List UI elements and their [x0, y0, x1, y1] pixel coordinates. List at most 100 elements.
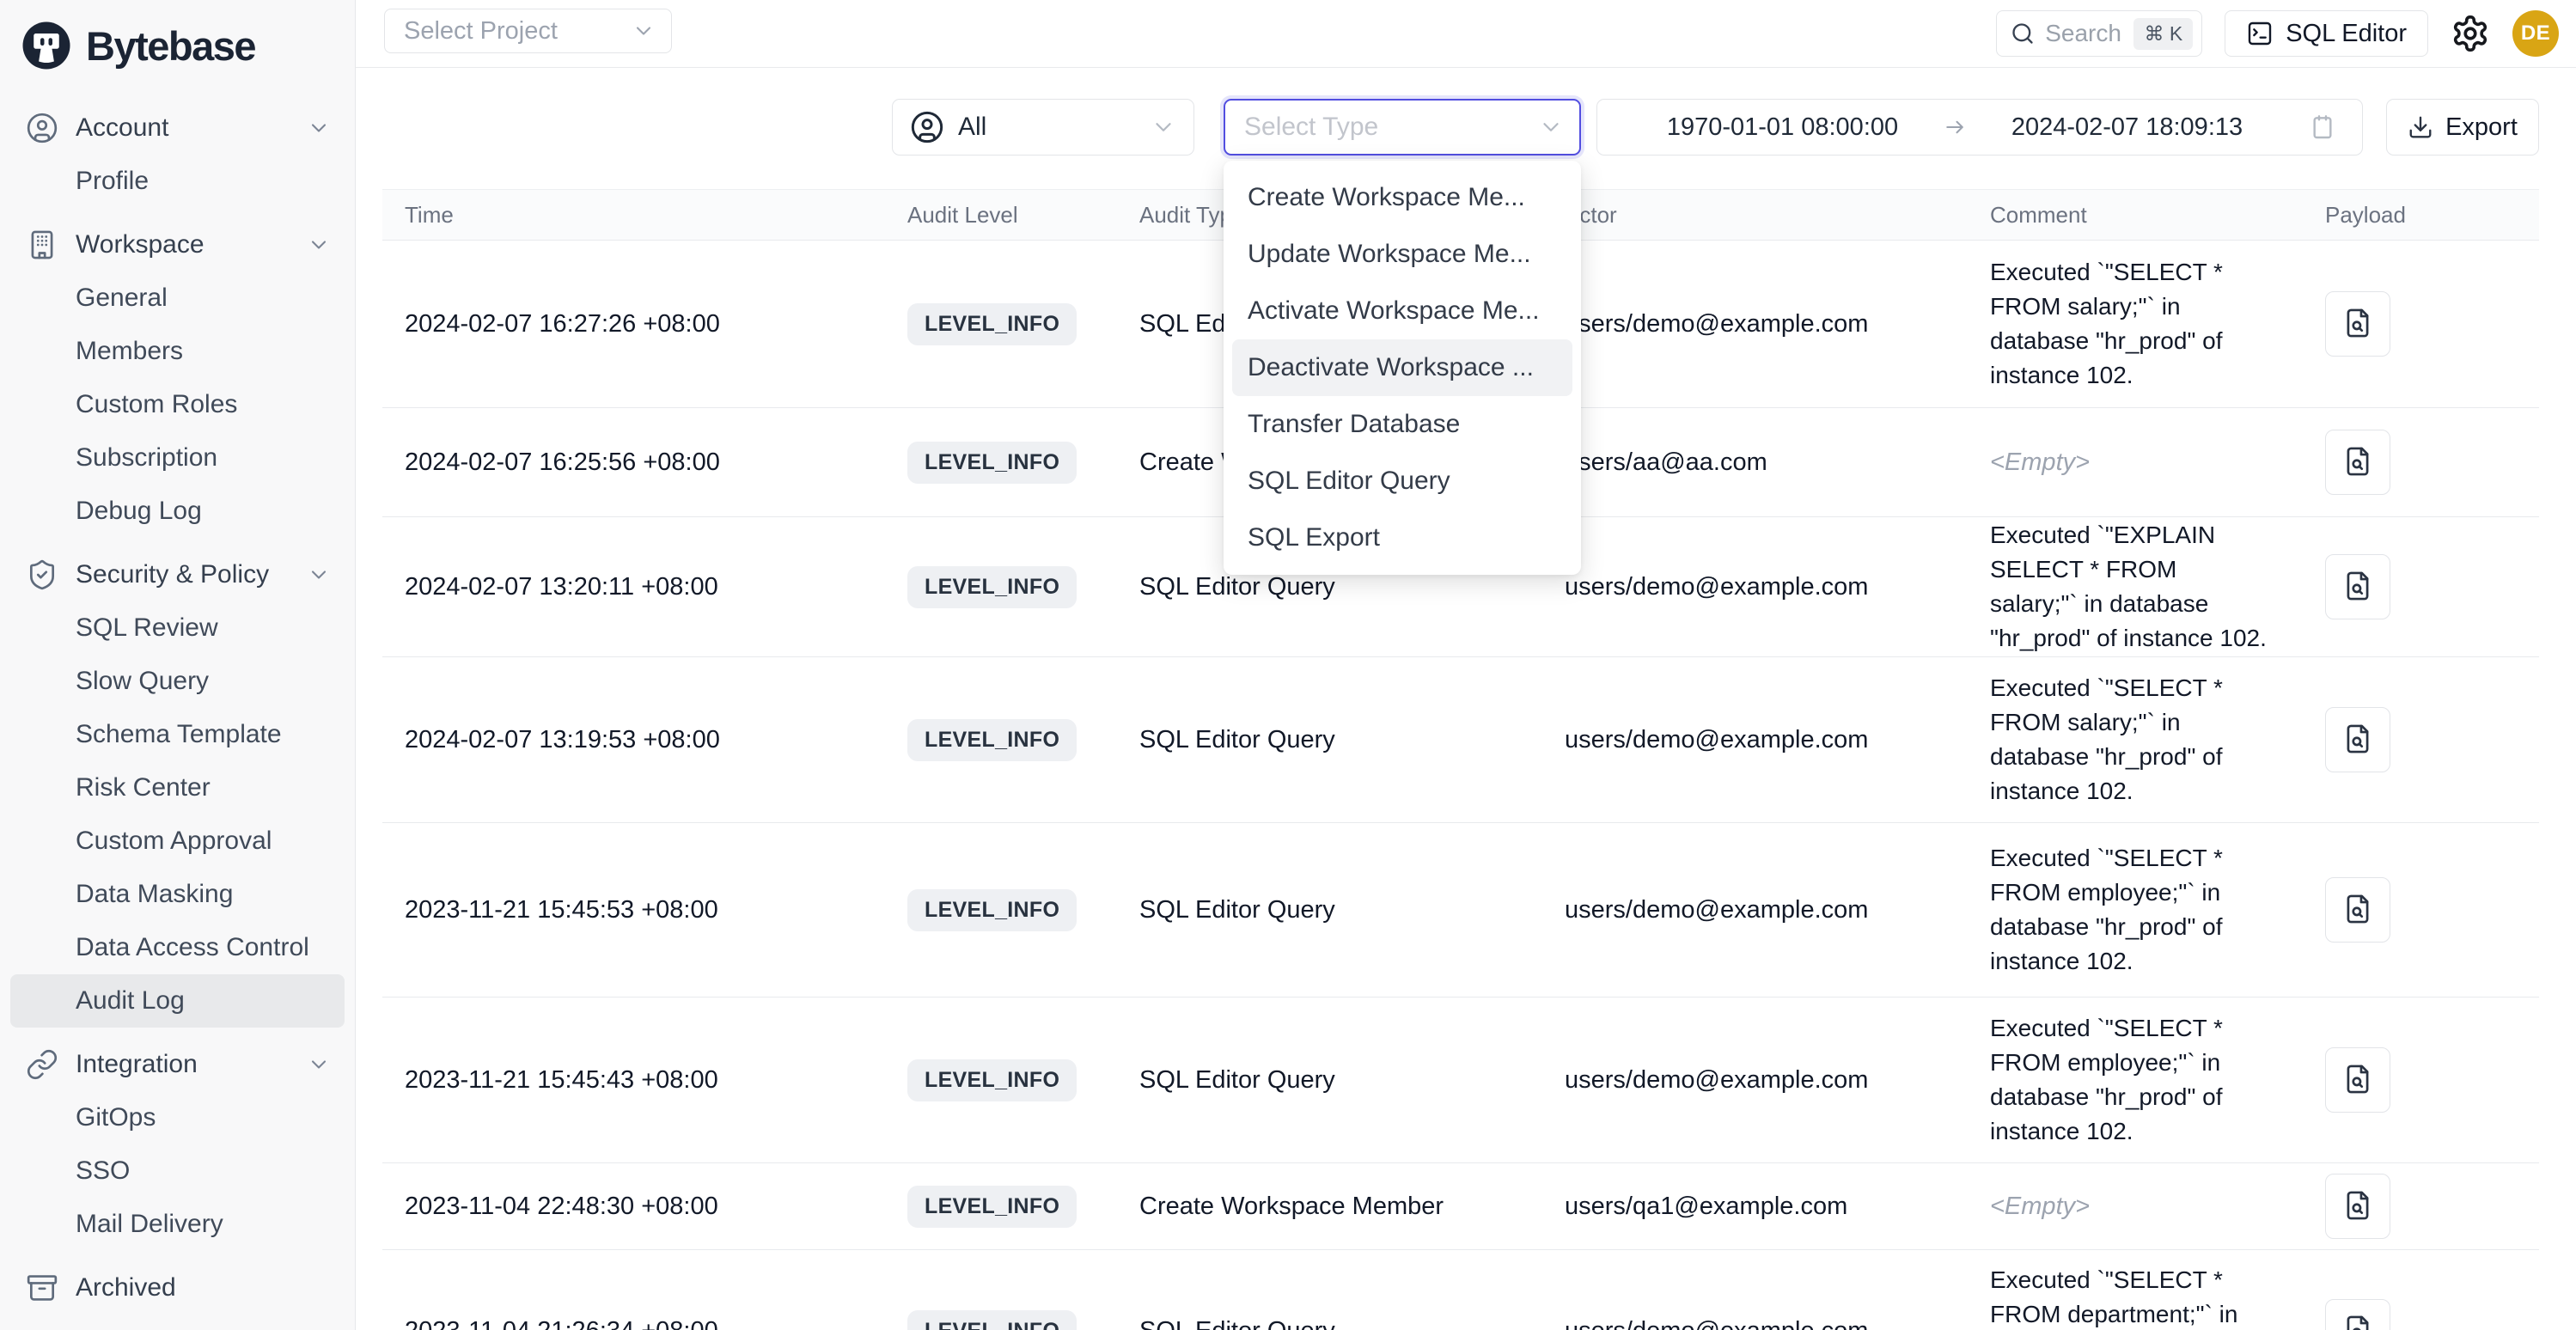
sidebar-item-label: Data Masking	[76, 880, 233, 909]
cell-time: 2023-11-04 22:48:30 +08:00	[382, 1193, 885, 1221]
sidebar-item-gitops[interactable]: GitOps	[10, 1091, 345, 1144]
sidebar-item-label: Account	[76, 113, 168, 143]
sidebar-item-label: Custom Approval	[76, 827, 272, 856]
sidebar-section-integration[interactable]: Integration	[10, 1038, 345, 1091]
payload-view-button[interactable]	[2325, 1299, 2390, 1330]
sidebar-item-schema-template[interactable]: Schema Template	[10, 708, 345, 761]
payload-view-button[interactable]	[2325, 1047, 2390, 1113]
sidebar-item-general[interactable]: General	[10, 271, 345, 325]
export-label: Export	[2445, 113, 2518, 142]
level-badge: LEVEL_INFO	[907, 442, 1077, 484]
gear-icon[interactable]	[2451, 14, 2490, 53]
brand: Bytebase	[0, 0, 355, 82]
type-filter-select[interactable]: Select Type	[1224, 99, 1581, 156]
search-icon	[2011, 21, 2035, 46]
payload-view-button[interactable]	[2325, 707, 2390, 772]
payload-view-button[interactable]	[2325, 877, 2390, 943]
dropdown-option-sql-editor-query[interactable]: SQL Editor Query	[1232, 453, 1572, 509]
cell-comment: Executed `"EXPLAIN SELECT * FROM salary;…	[1968, 518, 2303, 656]
sidebar-item-label: Profile	[76, 167, 149, 196]
cell-audit-type: Create Workspace Member	[1117, 1193, 1542, 1221]
sidebar-item-slow-query[interactable]: Slow Query	[10, 655, 345, 708]
level-badge: LEVEL_INFO	[907, 1186, 1077, 1228]
cell-comment: Executed `"SELECT * FROM employee;"` in …	[1968, 1011, 2303, 1149]
cell-audit-level: LEVEL_INFO	[885, 1310, 1117, 1330]
project-select[interactable]: Select Project	[384, 9, 672, 53]
sidebar-item-data-masking[interactable]: Data Masking	[10, 868, 345, 921]
calendar-icon	[2309, 113, 2336, 141]
chevron-down-icon	[307, 233, 331, 257]
file-search-icon	[2341, 307, 2374, 342]
sidebar-section-workspace[interactable]: Workspace	[10, 218, 345, 271]
dropdown-option-transfer-database[interactable]: Transfer Database	[1232, 396, 1572, 453]
payload-view-button[interactable]	[2325, 554, 2390, 619]
cell-time: 2024-02-07 13:19:53 +08:00	[382, 726, 885, 754]
cell-payload	[2303, 877, 2539, 943]
sidebar-section-security-policy[interactable]: Security & Policy	[10, 548, 345, 601]
sidebar-item-audit-log[interactable]: Audit Log	[10, 974, 345, 1028]
cell-actor: users/demo@example.com	[1542, 1066, 1968, 1095]
sidebar-item-data-access-control[interactable]: Data Access Control	[10, 921, 345, 974]
dropdown-option-update-workspace-me[interactable]: Update Workspace Me...	[1232, 226, 1572, 283]
payload-view-button[interactable]	[2325, 1174, 2390, 1239]
sidebar-item-label: Workspace	[76, 230, 204, 259]
sidebar-section-archived[interactable]: Archived	[10, 1261, 345, 1315]
cell-comment: Executed `"SELECT * FROM salary;"` in da…	[1968, 671, 2303, 808]
avatar[interactable]: DE	[2512, 10, 2559, 57]
sidebar-item-label: Members	[76, 337, 183, 366]
sidebar-item-mail-delivery[interactable]: Mail Delivery	[10, 1198, 345, 1251]
arrow-right-icon	[1942, 114, 1968, 140]
search-input[interactable]: Search ⌘ K	[1996, 10, 2202, 57]
date-to-value[interactable]: 2024-02-07 18:09:13	[1968, 113, 2286, 142]
cell-audit-level: LEVEL_INFO	[885, 719, 1117, 761]
sidebar-item-profile[interactable]: Profile	[10, 155, 345, 208]
payload-view-button[interactable]	[2325, 291, 2390, 357]
sidebar-item-custom-roles[interactable]: Custom Roles	[10, 378, 345, 431]
sidebar-item-members[interactable]: Members	[10, 325, 345, 378]
sidebar-item-sql-review[interactable]: SQL Review	[10, 601, 345, 655]
type-filter-dropdown: Create Workspace Me...Update Workspace M…	[1224, 161, 1581, 575]
level-badge: LEVEL_INFO	[907, 303, 1077, 345]
sidebar-item-subscription[interactable]: Subscription	[10, 431, 345, 485]
cell-payload	[2303, 291, 2539, 357]
dropdown-option-activate-workspace-me[interactable]: Activate Workspace Me...	[1232, 283, 1572, 339]
cell-audit-type: SQL Editor Query	[1117, 1066, 1542, 1095]
date-from-value[interactable]: 1970-01-01 08:00:00	[1623, 113, 1942, 142]
level-badge: LEVEL_INFO	[907, 566, 1077, 608]
column-header-time: Time	[382, 202, 885, 229]
sql-editor-button[interactable]: SQL Editor	[2225, 10, 2428, 57]
column-header-actor: Actor	[1542, 202, 1968, 229]
chevron-down-icon	[307, 1052, 331, 1077]
file-search-icon	[2341, 1063, 2374, 1098]
cell-actor: users/demo@example.com	[1542, 573, 1968, 601]
type-filter-placeholder: Select Type	[1244, 113, 1538, 142]
cell-actor: users/qa1@example.com	[1542, 1193, 1968, 1221]
date-range-picker[interactable]: 1970-01-01 08:00:00 2024-02-07 18:09:13	[1596, 99, 2363, 156]
sidebar-item-custom-approval[interactable]: Custom Approval	[10, 814, 345, 868]
sidebar-item-label: General	[76, 284, 168, 313]
actor-filter-select[interactable]: All	[892, 99, 1194, 156]
sidebar-item-risk-center[interactable]: Risk Center	[10, 761, 345, 814]
cell-payload	[2303, 707, 2539, 772]
dropdown-option-sql-export[interactable]: SQL Export	[1232, 509, 1572, 566]
sidebar-item-label: Mail Delivery	[76, 1210, 223, 1239]
payload-view-button[interactable]	[2325, 430, 2390, 495]
sidebar-item-sso[interactable]: SSO	[10, 1144, 345, 1198]
level-badge: LEVEL_INFO	[907, 1310, 1077, 1330]
user-circle-icon	[910, 110, 944, 144]
sidebar-item-label: Risk Center	[76, 773, 211, 802]
dropdown-option-create-workspace-me[interactable]: Create Workspace Me...	[1232, 169, 1572, 226]
chevron-down-icon	[307, 563, 331, 587]
export-button[interactable]: Export	[2386, 99, 2539, 156]
column-header-payload: Payload	[2303, 202, 2539, 229]
sidebar-item-debug-log[interactable]: Debug Log	[10, 485, 345, 538]
cell-payload	[2303, 1299, 2539, 1330]
terminal-icon	[2246, 20, 2274, 47]
sidebar-section-account[interactable]: Account	[10, 101, 345, 155]
cell-payload	[2303, 430, 2539, 495]
dropdown-option-deactivate-workspace[interactable]: Deactivate Workspace ...	[1232, 339, 1572, 396]
cell-actor: users/demo@example.com	[1542, 726, 1968, 754]
cell-comment: <Empty>	[1968, 445, 2303, 479]
cell-audit-level: LEVEL_INFO	[885, 889, 1117, 931]
cell-actor: users/demo@example.com	[1542, 1317, 1968, 1330]
